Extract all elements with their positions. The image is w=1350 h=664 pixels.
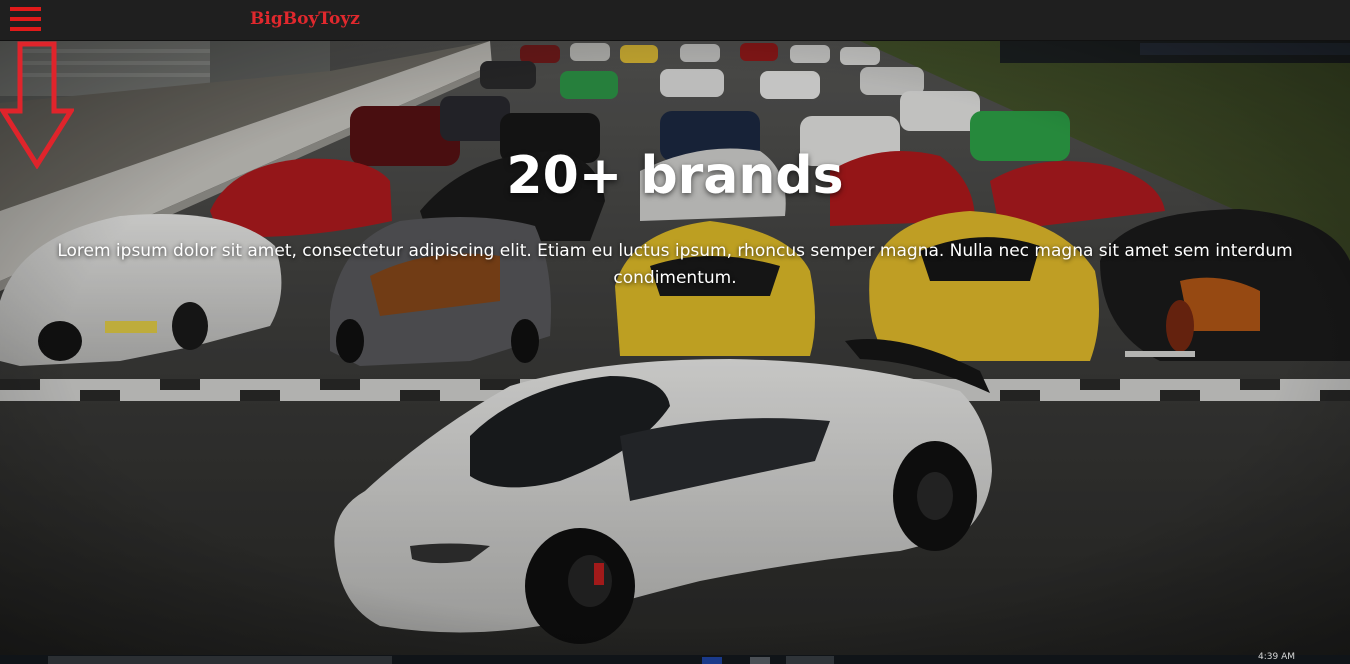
hamburger-menu-icon[interactable] (10, 7, 41, 33)
top-navbar: BigBoyToyz (0, 0, 1350, 41)
down-arrow-icon[interactable] (0, 41, 74, 169)
page: BigBoyToyz 20+ brands Lorem ipsum dolor … (0, 0, 1350, 664)
taskbar-search-box[interactable] (48, 656, 392, 664)
hero-description: Lorem ipsum dolor sit amet, consectetur … (57, 241, 1293, 288)
hero-title: 20+ brands (506, 146, 844, 206)
os-taskbar: 4:39 AM (0, 652, 1350, 664)
taskbar-clock[interactable]: 4:39 AM (1258, 652, 1295, 662)
hero-dark-overlay (0, 41, 1350, 655)
brand-logo-link[interactable]: BigBoyToyz (250, 9, 360, 29)
taskbar-active-app[interactable] (786, 656, 834, 664)
taskbar-app-icon[interactable] (750, 657, 770, 664)
hero-section: 20+ brands Lorem ipsum dolor sit amet, c… (0, 41, 1350, 655)
taskbar-app-icon[interactable] (702, 657, 722, 664)
